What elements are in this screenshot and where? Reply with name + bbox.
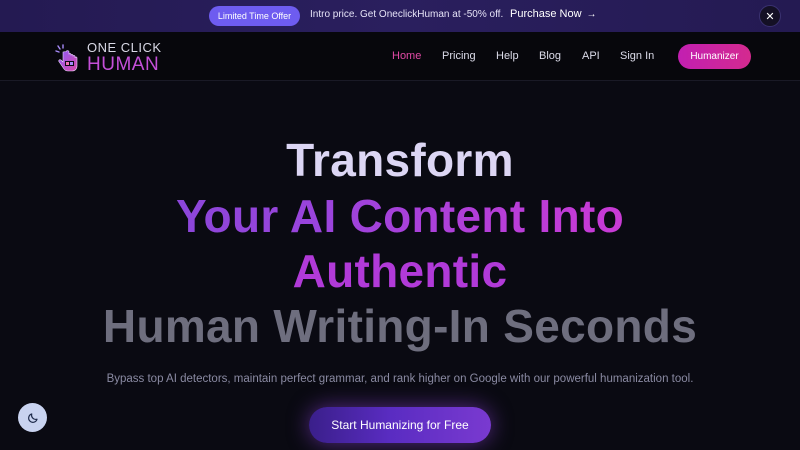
hero-title-line-4: Human Writing-In Seconds (102, 300, 698, 352)
hero-title-line-1: Transform (286, 134, 514, 186)
top-nav: ONE CLICK HUMAN Home Pricing Help Blog A… (0, 32, 800, 81)
theme-toggle-button[interactable] (18, 403, 47, 432)
nav-item-home[interactable]: Home (392, 50, 421, 62)
nav-item-pricing[interactable]: Pricing (442, 50, 476, 62)
promo-bar: Limited Time Offer Intro price. Get Onec… (0, 0, 800, 32)
purchase-now-label: Purchase Now (510, 8, 582, 20)
humanizer-button[interactable]: Humanizer (678, 44, 751, 69)
start-humanizing-button[interactable]: Start Humanizing for Free (309, 407, 491, 443)
arrow-right-icon: → (586, 8, 597, 20)
nav-item-help[interactable]: Help (496, 50, 519, 62)
nav-item-sign-in[interactable]: Sign In (620, 50, 654, 62)
close-promo-button[interactable]: ✕ (759, 5, 781, 27)
promo-badge: Limited Time Offer (209, 6, 300, 26)
promo-text: Intro price. Get OneclickHuman at -50% o… (310, 9, 504, 20)
purchase-now-link[interactable]: Purchase Now → (510, 8, 597, 20)
hero-section: Transform Your AI Content Into Authentic… (0, 81, 800, 450)
hero-subtitle: Bypass top AI detectors, maintain perfec… (106, 373, 694, 385)
nav-item-blog[interactable]: Blog (539, 50, 561, 62)
hero-title-line-2: Your AI Content Into (0, 189, 800, 243)
close-icon: ✕ (765, 10, 775, 23)
moon-icon (27, 412, 38, 423)
hero-title-line-3: Authentic (292, 245, 508, 297)
nav-item-api[interactable]: API (582, 50, 600, 62)
